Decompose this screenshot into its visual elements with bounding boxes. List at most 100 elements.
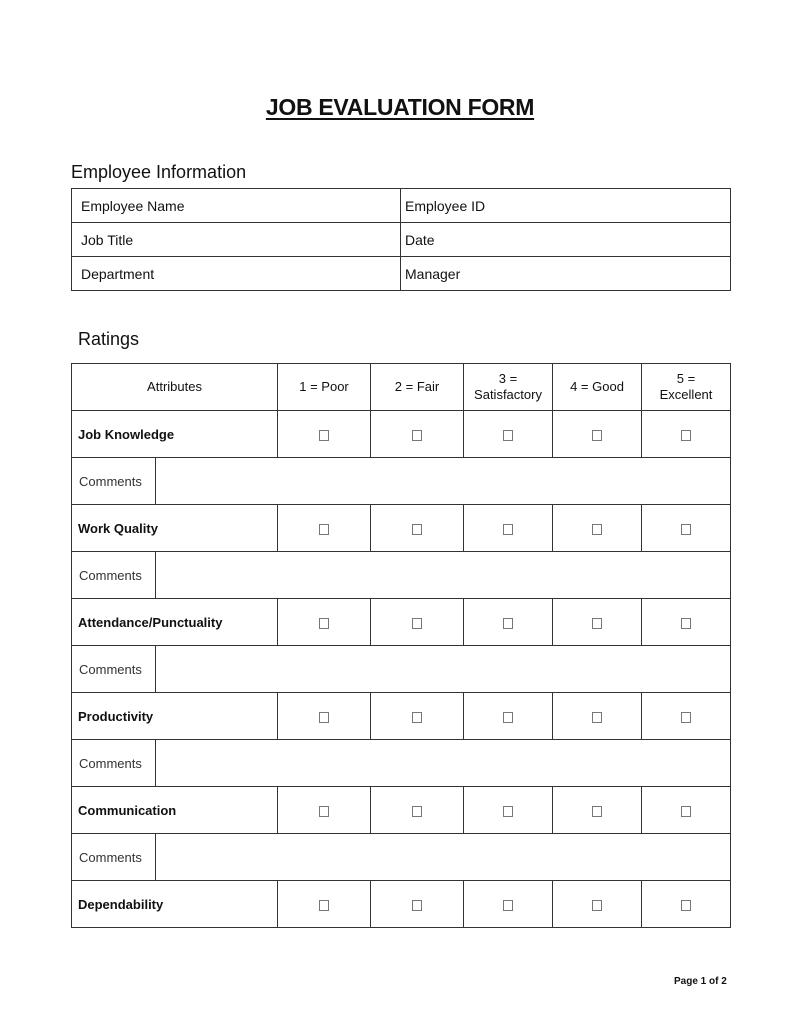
comments-field[interactable] [154, 645, 732, 693]
checkbox-icon[interactable] [681, 523, 692, 535]
rating-cell-poor [277, 598, 372, 646]
rating-cell-satisfactory [463, 504, 554, 552]
checkbox-icon[interactable] [503, 805, 514, 817]
attribute-row: Attendance/Punctuality [70, 598, 732, 646]
attribute-label: Communication [70, 786, 279, 834]
comments-field[interactable] [154, 739, 732, 787]
checkbox-icon[interactable] [592, 711, 603, 723]
checkbox-icon[interactable] [592, 805, 603, 817]
page-number: Page 1 of 2 [674, 976, 727, 987]
rating-cell-excellent [641, 504, 732, 552]
checkbox-icon[interactable] [503, 617, 514, 629]
checkbox-icon[interactable] [681, 899, 692, 911]
satisfactory-header-line2: Satisfactory [474, 387, 542, 402]
checkbox-icon[interactable] [503, 711, 514, 723]
checkbox-icon[interactable] [412, 617, 423, 629]
checkbox-icon[interactable] [592, 617, 603, 629]
satisfactory-column-header: 3 = Satisfactory [463, 363, 554, 411]
comments-label: Comments [71, 457, 156, 505]
rating-cell-good [552, 598, 643, 646]
rating-cell-good [552, 880, 643, 928]
checkbox-icon[interactable] [319, 899, 330, 911]
good-column-header: 4 = Good [552, 363, 643, 411]
excellent-header-line2: Excellent [659, 387, 713, 402]
ratings-body: Job Knowledge Comments Work Quality Comment… [70, 410, 732, 928]
rating-cell-good [552, 410, 643, 458]
rating-cell-good [552, 786, 643, 834]
form-title: JOB EVALUATION FORM [265, 94, 535, 120]
poor-column-header: 1 = Poor [277, 363, 372, 411]
checkbox-icon[interactable] [681, 805, 692, 817]
rating-cell-excellent [641, 692, 732, 740]
checkbox-icon[interactable] [412, 805, 423, 817]
date-field[interactable]: Date [400, 222, 731, 257]
employee-information-heading: Employee Information [71, 162, 247, 182]
employee-info-row: Employee Name Employee ID [71, 188, 731, 223]
comments-field[interactable] [154, 833, 732, 881]
rating-cell-fair [370, 410, 465, 458]
checkbox-icon[interactable] [592, 523, 603, 535]
rating-cell-poor [277, 692, 372, 740]
comments-field[interactable] [154, 551, 732, 599]
rating-cell-satisfactory [463, 786, 554, 834]
rating-cell-poor [277, 410, 372, 458]
checkbox-icon[interactable] [503, 899, 514, 911]
checkbox-icon[interactable] [592, 899, 603, 911]
rating-cell-fair [370, 786, 465, 834]
rating-cell-excellent [641, 598, 732, 646]
attribute-row: Job Knowledge [70, 410, 732, 458]
rating-cell-fair [370, 692, 465, 740]
attribute-label: Attendance/Punctuality [70, 598, 279, 646]
checkbox-icon[interactable] [319, 617, 330, 629]
rating-cell-poor [277, 786, 372, 834]
rating-cell-poor [277, 880, 372, 928]
attribute-row: Productivity [70, 692, 732, 740]
checkbox-icon[interactable] [412, 523, 423, 535]
checkbox-icon[interactable] [412, 429, 423, 441]
comments-row: Comments [71, 457, 732, 505]
checkbox-icon[interactable] [681, 617, 692, 629]
comments-field[interactable] [154, 457, 732, 505]
satisfactory-header-line1: 3 = [498, 371, 518, 386]
ratings-header-row: Attributes 1 = Poor 2 = Fair 3 = Satisfac… [70, 363, 732, 411]
comments-label: Comments [71, 551, 156, 599]
employee-info-row: Job Title Date [71, 222, 731, 257]
checkbox-icon[interactable] [319, 711, 330, 723]
checkbox-icon[interactable] [503, 429, 514, 441]
checkbox-icon[interactable] [503, 523, 514, 535]
comments-label: Comments [71, 833, 156, 881]
checkbox-icon[interactable] [412, 899, 423, 911]
attribute-row: Work Quality [70, 504, 732, 552]
checkbox-icon[interactable] [319, 805, 330, 817]
checkbox-icon[interactable] [681, 711, 692, 723]
checkbox-icon[interactable] [319, 429, 330, 441]
ratings-heading: Ratings [78, 329, 140, 349]
attribute-label: Dependability [70, 880, 279, 928]
fair-column-header: 2 = Fair [370, 363, 465, 411]
employee-info-row: Department Manager [71, 256, 731, 291]
rating-cell-excellent [641, 880, 732, 928]
rating-cell-fair [370, 880, 465, 928]
checkbox-icon[interactable] [592, 429, 603, 441]
job-title-field[interactable]: Job Title [71, 222, 401, 257]
rating-cell-excellent [641, 786, 732, 834]
rating-cell-satisfactory [463, 692, 554, 740]
checkbox-icon[interactable] [412, 711, 423, 723]
comments-label: Comments [71, 645, 156, 693]
checkbox-icon[interactable] [319, 523, 330, 535]
employee-id-field[interactable]: Employee ID [400, 188, 731, 223]
attribute-row: Communication [70, 786, 732, 834]
employee-name-field[interactable]: Employee Name [71, 188, 401, 223]
excellent-column-header: 5 = Excellent [641, 363, 732, 411]
excellent-header-line1: 5 = [676, 371, 696, 386]
rating-cell-fair [370, 504, 465, 552]
rating-cell-excellent [641, 410, 732, 458]
department-field[interactable]: Department [71, 256, 401, 291]
rating-cell-satisfactory [463, 598, 554, 646]
comments-row: Comments [71, 833, 732, 881]
rating-cell-poor [277, 504, 372, 552]
employee-information-table: Employee Name Employee ID Job Title Date… [71, 188, 731, 291]
manager-field[interactable]: Manager [400, 256, 731, 291]
comments-row: Comments [71, 739, 732, 787]
checkbox-icon[interactable] [681, 429, 692, 441]
